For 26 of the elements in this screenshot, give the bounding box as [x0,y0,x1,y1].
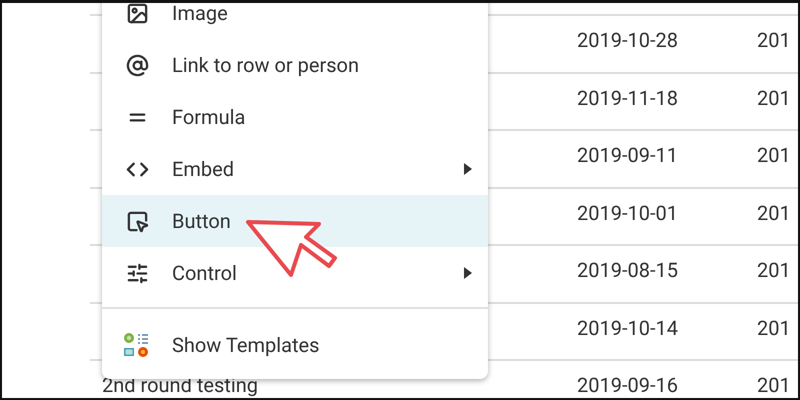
templates-icon [123,331,151,359]
table-cell-text: 201 [757,373,792,397]
table-cell-text: 201 [757,28,792,52]
table-cell-text: 2019-09-11 [577,143,679,167]
table-cell-text: 2019-10-01 [577,200,679,224]
cursor-box-icon [126,210,148,232]
table-cell-text: 201 [757,143,792,167]
table-cell-text: 2019-10-14 [577,316,679,340]
menu-item[interactable]: Embed [102,143,488,195]
at-sign-icon [126,54,148,76]
sliders-icon [126,262,148,284]
table-cell-text: 2nd round testing [101,373,259,397]
menu-item[interactable]: Image [102,3,488,39]
table-cell-text: 2019-09-16 [577,373,679,397]
menu-item[interactable]: Control [102,247,488,299]
menu-item[interactable]: Formula [102,91,488,143]
menu-item[interactable]: Link to row or person [102,39,488,91]
menu-item[interactable]: Show Templates [102,319,488,371]
table-cell-text: 201 [757,258,792,282]
table-cell-text: 201 [757,86,792,110]
table-cell-text: 201 [757,316,792,340]
table-cell-text: 2019-11-18 [577,86,679,110]
table-cell-text: 2019-08-15 [577,258,679,282]
table-cell-text: 201 [757,200,792,224]
table-cell-text: 2019-10-28 [577,28,679,52]
image-icon [126,3,148,24]
